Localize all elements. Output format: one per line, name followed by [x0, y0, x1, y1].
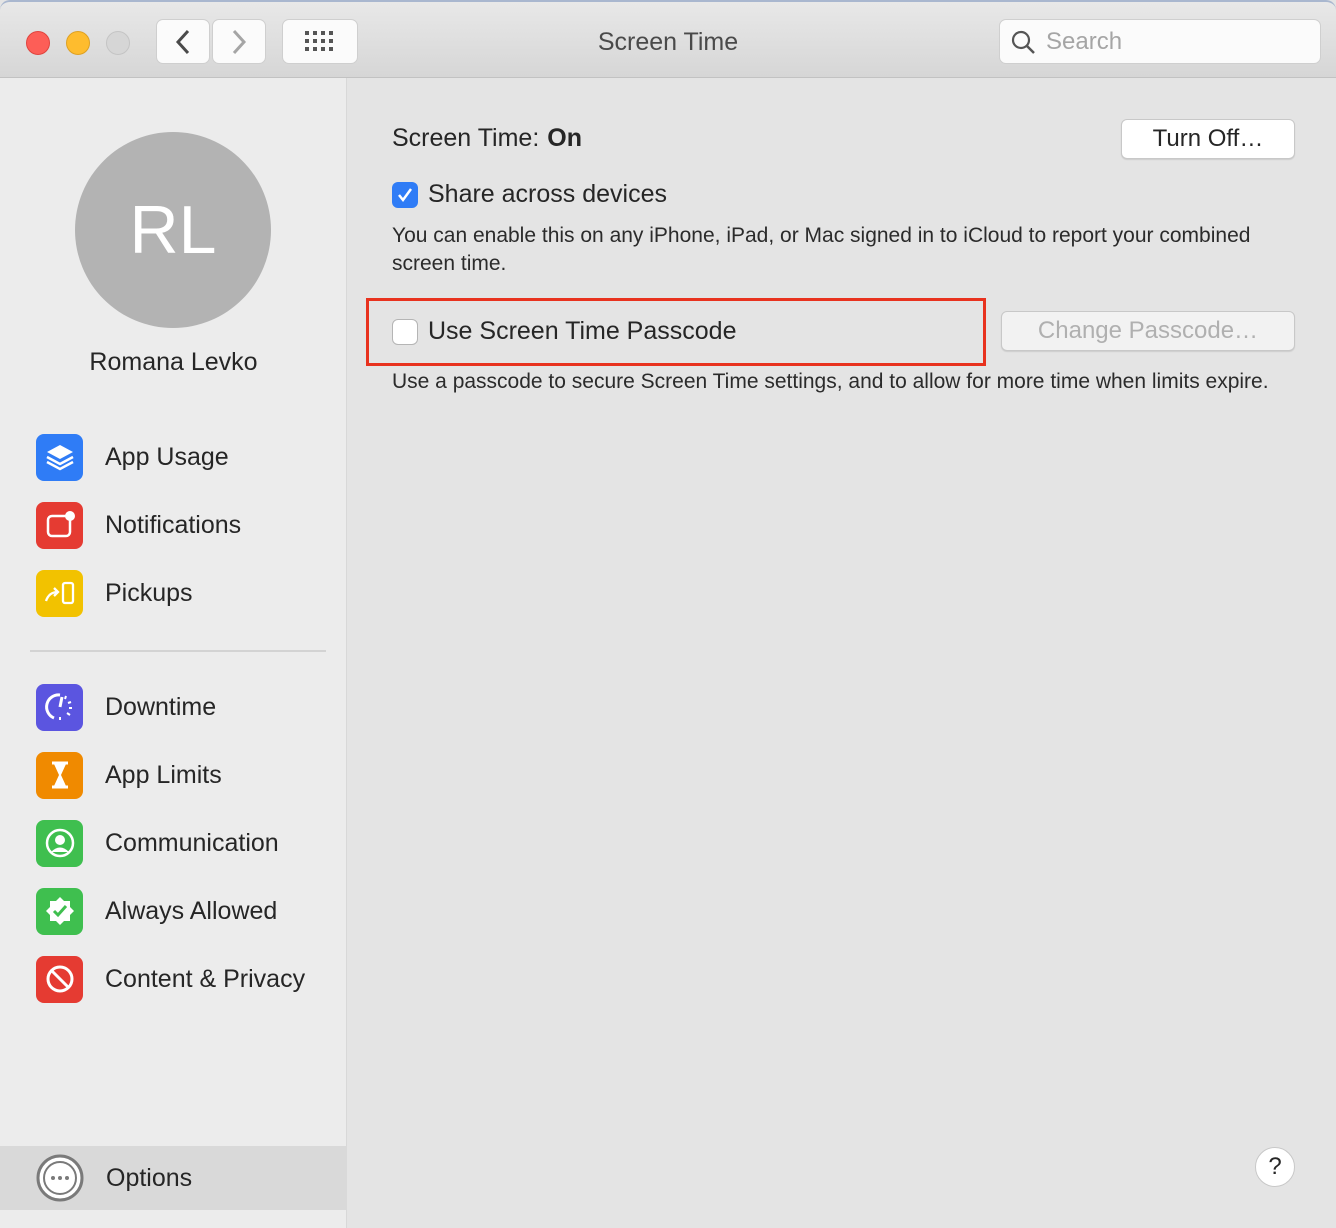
sidebar-item-communication[interactable]: Communication: [36, 818, 279, 868]
close-button[interactable]: [26, 31, 50, 55]
change-passcode-button[interactable]: Change Passcode…: [1001, 311, 1295, 351]
passcode-label: Use Screen Time Passcode: [428, 317, 737, 345]
status-label: Screen Time:: [392, 124, 540, 152]
pickup-icon: [36, 569, 83, 617]
more-icon: [36, 1154, 84, 1202]
checkmark-badge-icon: [36, 887, 83, 935]
prohibited-icon: [36, 955, 83, 1003]
show-all-button[interactable]: [282, 19, 358, 64]
share-label: Share across devices: [428, 180, 668, 208]
passcode-description: Use a passcode to secure Screen Time set…: [392, 370, 1269, 393]
sidebar-divider: [30, 650, 326, 652]
grid-icon: [305, 30, 333, 51]
sidebar: RL Romana Levko App Usage Notifications …: [0, 78, 347, 1228]
sidebar-item-label: App Limits: [105, 760, 222, 789]
search-icon: [1011, 30, 1035, 54]
sidebar-item-label: Content & Privacy: [105, 964, 306, 993]
search-placeholder: Search: [1046, 27, 1123, 55]
share-across-devices-checkbox[interactable]: Share across devices: [392, 180, 667, 209]
sidebar-item-label: App Usage: [105, 442, 229, 471]
options-label: Options: [106, 1163, 193, 1192]
notification-icon: [36, 501, 83, 549]
sidebar-item-label: Pickups: [105, 578, 193, 607]
options-row: Options: [36, 1153, 192, 1203]
checkbox-unchecked-icon: [392, 318, 418, 345]
hourglass-icon: [36, 751, 83, 799]
back-button[interactable]: [156, 19, 210, 64]
sidebar-item-app-usage[interactable]: App Usage: [36, 432, 229, 482]
chevron-left-icon: [175, 29, 190, 54]
sidebar-item-options[interactable]: Options: [0, 1146, 347, 1210]
chevron-right-icon: [232, 29, 247, 54]
sidebar-item-notifications[interactable]: Notifications: [36, 500, 241, 550]
forward-button[interactable]: [212, 19, 266, 64]
sidebar-item-pickups[interactable]: Pickups: [36, 568, 193, 618]
help-button[interactable]: ?: [1255, 1147, 1295, 1187]
downtime-icon: [36, 683, 83, 731]
screen-time-status: Screen Time: On: [392, 124, 582, 153]
avatar[interactable]: RL: [75, 132, 271, 328]
person-circle-icon: [36, 819, 83, 867]
sidebar-item-always-allowed[interactable]: Always Allowed: [36, 886, 277, 936]
sidebar-item-app-limits[interactable]: App Limits: [36, 750, 222, 800]
search-field[interactable]: Search: [999, 19, 1321, 64]
sidebar-item-downtime[interactable]: Downtime: [36, 682, 216, 732]
turn-off-button[interactable]: Turn Off…: [1121, 119, 1295, 159]
sidebar-item-content-privacy[interactable]: Content & Privacy: [36, 954, 305, 1004]
checkbox-checked-icon: [392, 181, 418, 208]
minimize-button[interactable]: [66, 31, 90, 55]
sidebar-item-label: Downtime: [105, 692, 217, 721]
sidebar-item-label: Notifications: [105, 510, 242, 539]
status-value: On: [547, 124, 582, 152]
user-name: Romana Levko: [89, 348, 258, 376]
main-panel: Screen Time: On Turn Off… Share across d…: [348, 78, 1336, 1228]
sidebar-item-label: Always Allowed: [105, 896, 278, 925]
title-bar: Screen Time Search: [0, 0, 1336, 78]
zoom-button[interactable]: [106, 31, 130, 55]
sidebar-item-label: Communication: [105, 828, 279, 857]
share-description: You can enable this on any iPhone, iPad,…: [392, 224, 1251, 275]
use-passcode-checkbox[interactable]: Use Screen Time Passcode: [392, 317, 736, 346]
layers-icon: [36, 433, 83, 481]
